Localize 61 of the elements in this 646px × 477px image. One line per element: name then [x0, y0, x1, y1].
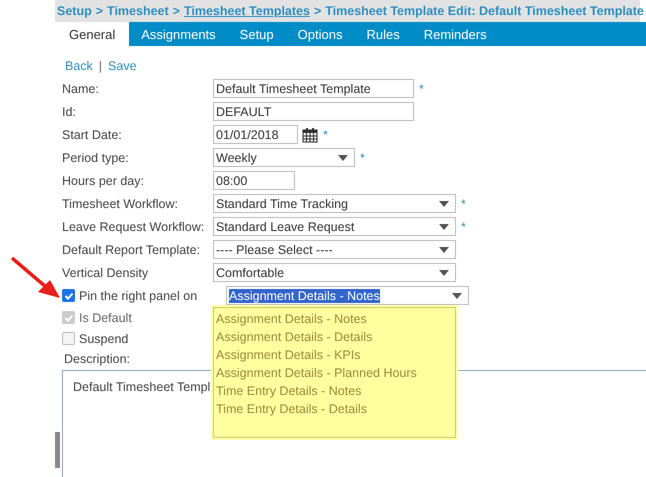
dropdown[interactable]: Standard Time Tracking [213, 194, 456, 213]
dropdown[interactable]: ---- Please Select ---- [213, 240, 456, 259]
field-label: Start Date: [62, 128, 123, 142]
tab[interactable]: Assignments [129, 22, 228, 46]
breadcrumb-link[interactable]: Setup [57, 4, 92, 18]
tab[interactable]: Setup [228, 22, 286, 46]
checkbox-label: Suspend [79, 332, 128, 346]
field-label: Description: [63, 351, 130, 368]
field-label: Period type: [62, 150, 130, 164]
breadcrumb-separator: > [172, 4, 180, 18]
field-label: Hours per day: [62, 174, 145, 188]
field-label: Name: [62, 82, 100, 96]
dropdown[interactable]: Weekly [213, 148, 355, 167]
scrollbar [55, 432, 60, 468]
required-mark: * [323, 128, 328, 142]
tab[interactable]: Rules [354, 22, 412, 46]
dropdown-option[interactable]: Time Entry Details - Notes [216, 382, 453, 400]
dropdown-option[interactable]: Assignment Details - Notes [216, 310, 453, 328]
breadcrumb-separator: > [96, 4, 104, 18]
field-label: Default Report Template: [62, 242, 202, 256]
dropdown[interactable]: Assignment Details - Notes [226, 286, 469, 305]
breadcrumb-link[interactable]: Timesheet [107, 4, 169, 18]
required-mark: * [419, 82, 424, 96]
caret-icon [338, 154, 348, 160]
tab[interactable]: Options [286, 22, 354, 46]
field-label: Leave Request Workflow: [62, 220, 206, 234]
breadcrumb-link[interactable]: Timesheet Template Edit: Default Timesheet Template [325, 4, 644, 18]
dropdown-option[interactable]: Time Entry Details - Details [216, 400, 453, 418]
caret-icon [439, 270, 449, 276]
checkbox-label: Is Default [79, 310, 132, 324]
input-field[interactable]: 08:00 [213, 171, 295, 190]
breadcrumb-link[interactable]: Timesheet Templates [184, 4, 310, 18]
action-link[interactable]: Back [65, 59, 93, 73]
caret-icon [439, 224, 449, 230]
action-link[interactable]: Save [108, 59, 137, 73]
caret-icon [452, 292, 462, 298]
arrow-annotation [8, 254, 62, 300]
tab[interactable]: Reminders [412, 22, 499, 46]
dropdown-option[interactable]: Assignment Details - Planned Hours [216, 364, 453, 382]
dropdown[interactable]: Comfortable [213, 263, 456, 282]
field-label: Timesheet Workflow: [62, 196, 180, 210]
caret-icon [439, 246, 449, 252]
checkbox-label: Pin the right panel on [79, 288, 198, 302]
breadcrumb-separator: > [314, 4, 322, 18]
required-mark: * [461, 196, 466, 210]
input-field[interactable]: Default Timesheet Template [213, 79, 414, 98]
field-label: Id: [62, 104, 77, 118]
required-mark: * [360, 150, 365, 164]
tab[interactable]: General [55, 22, 130, 46]
dropdown-option[interactable]: Assignment Details - KPIs [216, 346, 453, 364]
date-field[interactable]: 01/01/2018 [213, 125, 298, 144]
field-label: Vertical Density [62, 266, 150, 280]
link-separator: | [98, 59, 102, 73]
checkbox[interactable] [62, 332, 75, 345]
calendar-icon[interactable] [302, 126, 318, 142]
required-mark: * [461, 220, 466, 234]
dropdown-option[interactable]: Assignment Details - Details [216, 328, 453, 346]
caret-icon [439, 200, 449, 206]
input-field[interactable]: DEFAULT [213, 102, 414, 121]
checkbox[interactable] [62, 289, 75, 302]
dropdown[interactable]: Standard Leave Request [213, 217, 456, 236]
